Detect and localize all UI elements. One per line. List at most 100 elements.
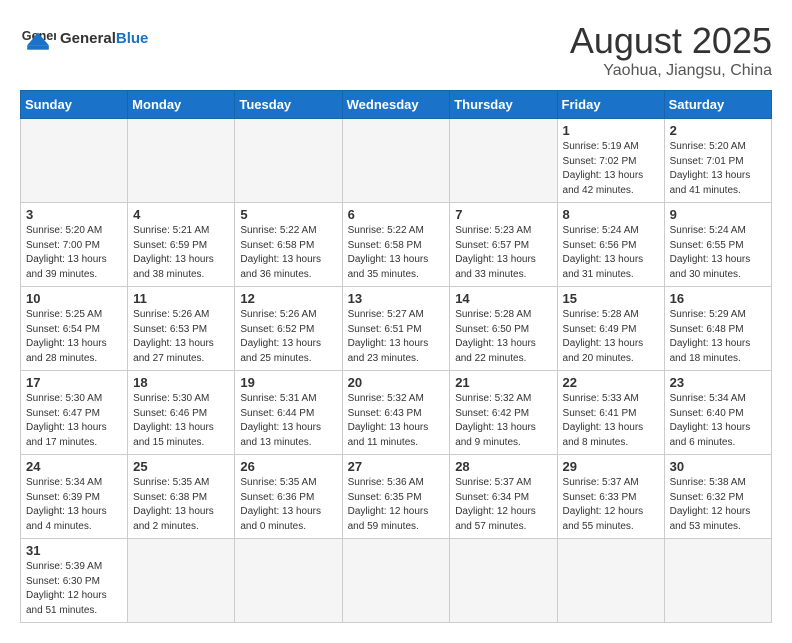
day-info: Sunrise: 5:26 AM Sunset: 6:52 PM Dayligh… [240,308,336,366]
day-info: Sunrise: 5:20 AM Sunset: 7:00 PM Dayligh… [26,224,122,282]
calendar-cell: 9 Sunrise: 5:24 AM Sunset: 6:55 PM Daylig… [664,203,771,287]
day-info: Sunrise: 5:31 AM Sunset: 6:44 PM Dayligh… [240,392,336,450]
logo: General GeneralBlue [20,20,148,56]
day-info: Sunrise: 5:32 AM Sunset: 6:43 PM Dayligh… [348,392,445,450]
day-number: 1 [563,123,659,138]
day-info: Sunrise: 5:37 AM Sunset: 6:34 PM Dayligh… [455,476,551,534]
weekday-header: Sunday [21,91,128,119]
day-number: 12 [240,291,336,306]
day-number: 4 [133,207,229,222]
calendar-cell [450,119,557,203]
day-info: Sunrise: 5:30 AM Sunset: 6:46 PM Dayligh… [133,392,229,450]
day-info: Sunrise: 5:34 AM Sunset: 6:40 PM Dayligh… [670,392,766,450]
day-number: 22 [563,375,659,390]
day-info: Sunrise: 5:27 AM Sunset: 6:51 PM Dayligh… [348,308,445,366]
calendar-cell: 24 Sunrise: 5:34 AM Sunset: 6:39 PM Dayli… [21,455,128,539]
calendar-cell: 2 Sunrise: 5:20 AM Sunset: 7:01 PM Daylig… [664,119,771,203]
day-number: 5 [240,207,336,222]
day-info: Sunrise: 5:33 AM Sunset: 6:41 PM Dayligh… [563,392,659,450]
day-info: Sunrise: 5:22 AM Sunset: 6:58 PM Dayligh… [240,224,336,282]
day-number: 20 [348,375,445,390]
weekday-header: Monday [128,91,235,119]
day-number: 27 [348,459,445,474]
calendar-cell: 15 Sunrise: 5:28 AM Sunset: 6:49 PM Dayli… [557,287,664,371]
calendar-cell: 14Sunrise: 5:28 AM Sunset: 6:50 PM Dayli… [450,287,557,371]
day-info: Sunrise: 5:38 AM Sunset: 6:32 PM Dayligh… [670,476,766,534]
day-number: 9 [670,207,766,222]
calendar-cell: 22 Sunrise: 5:33 AM Sunset: 6:41 PM Dayli… [557,371,664,455]
calendar-cell: 11Sunrise: 5:26 AM Sunset: 6:53 PM Dayli… [128,287,235,371]
month-year: August 2025 [570,20,772,62]
calendar-cell: 19 Sunrise: 5:31 AM Sunset: 6:44 PM Dayli… [235,371,342,455]
calendar-cell: 13 Sunrise: 5:27 AM Sunset: 6:51 PM Dayli… [342,287,450,371]
day-info: Sunrise: 5:20 AM Sunset: 7:01 PM Dayligh… [670,140,766,198]
calendar-cell [235,119,342,203]
day-number: 19 [240,375,336,390]
calendar-cell: 20 Sunrise: 5:32 AM Sunset: 6:43 PM Dayli… [342,371,450,455]
day-info: Sunrise: 5:23 AM Sunset: 6:57 PM Dayligh… [455,224,551,282]
day-info: Sunrise: 5:39 AM Sunset: 6:30 PM Dayligh… [26,560,122,618]
weekday-header: Thursday [450,91,557,119]
calendar-cell [128,539,235,623]
day-number: 13 [348,291,445,306]
day-info: Sunrise: 5:28 AM Sunset: 6:49 PM Dayligh… [563,308,659,366]
calendar-cell: 28 Sunrise: 5:37 AM Sunset: 6:34 PM Dayli… [450,455,557,539]
day-info: Sunrise: 5:32 AM Sunset: 6:42 PM Dayligh… [455,392,551,450]
day-number: 14 [455,291,551,306]
weekday-header: Friday [557,91,664,119]
day-info: Sunrise: 5:36 AM Sunset: 6:35 PM Dayligh… [348,476,445,534]
calendar-cell: 5 Sunrise: 5:22 AM Sunset: 6:58 PM Daylig… [235,203,342,287]
day-number: 24 [26,459,122,474]
calendar-cell: 3Sunrise: 5:20 AM Sunset: 7:00 PM Daylig… [21,203,128,287]
day-number: 21 [455,375,551,390]
day-number: 10 [26,291,122,306]
weekday-header: Saturday [664,91,771,119]
day-info: Sunrise: 5:35 AM Sunset: 6:38 PM Dayligh… [133,476,229,534]
weekday-header-row: SundayMondayTuesdayWednesdayThursdayFrid… [21,91,772,119]
title-block: August 2025 Yaohua, Jiangsu, China [570,20,772,80]
calendar-week-row: 10 Sunrise: 5:25 AM Sunset: 6:54 PM Dayli… [21,287,772,371]
calendar-cell: 16Sunrise: 5:29 AM Sunset: 6:48 PM Dayli… [664,287,771,371]
day-info: Sunrise: 5:25 AM Sunset: 6:54 PM Dayligh… [26,308,122,366]
calendar-cell: 6Sunrise: 5:22 AM Sunset: 6:58 PM Daylig… [342,203,450,287]
day-number: 2 [670,123,766,138]
day-number: 25 [133,459,229,474]
weekday-header: Wednesday [342,91,450,119]
calendar-cell: 21 Sunrise: 5:32 AM Sunset: 6:42 PM Dayli… [450,371,557,455]
day-info: Sunrise: 5:24 AM Sunset: 6:56 PM Dayligh… [563,224,659,282]
calendar-week-row: 31 Sunrise: 5:39 AM Sunset: 6:30 PM Dayli… [21,539,772,623]
calendar-cell [450,539,557,623]
calendar-cell: 26 Sunrise: 5:35 AM Sunset: 6:36 PM Dayli… [235,455,342,539]
day-info: Sunrise: 5:22 AM Sunset: 6:58 PM Dayligh… [348,224,445,282]
calendar-cell: 1 Sunrise: 5:19 AM Sunset: 7:02 PM Daylig… [557,119,664,203]
day-info: Sunrise: 5:30 AM Sunset: 6:47 PM Dayligh… [26,392,122,450]
day-number: 29 [563,459,659,474]
calendar-cell: 29Sunrise: 5:37 AM Sunset: 6:33 PM Dayli… [557,455,664,539]
day-info: Sunrise: 5:19 AM Sunset: 7:02 PM Dayligh… [563,140,659,198]
day-number: 31 [26,543,122,558]
calendar-cell [21,119,128,203]
day-number: 7 [455,207,551,222]
day-info: Sunrise: 5:34 AM Sunset: 6:39 PM Dayligh… [26,476,122,534]
day-info: Sunrise: 5:24 AM Sunset: 6:55 PM Dayligh… [670,224,766,282]
calendar-cell: 27 Sunrise: 5:36 AM Sunset: 6:35 PM Dayli… [342,455,450,539]
day-number: 26 [240,459,336,474]
day-number: 28 [455,459,551,474]
calendar-week-row: 24 Sunrise: 5:34 AM Sunset: 6:39 PM Dayli… [21,455,772,539]
calendar-week-row: 1 Sunrise: 5:19 AM Sunset: 7:02 PM Daylig… [21,119,772,203]
calendar-cell: 23Sunrise: 5:34 AM Sunset: 6:40 PM Dayli… [664,371,771,455]
calendar-week-row: 17Sunrise: 5:30 AM Sunset: 6:47 PM Dayli… [21,371,772,455]
day-number: 15 [563,291,659,306]
calendar-cell [342,539,450,623]
calendar-cell: 31 Sunrise: 5:39 AM Sunset: 6:30 PM Dayli… [21,539,128,623]
day-number: 8 [563,207,659,222]
calendar-cell: 17Sunrise: 5:30 AM Sunset: 6:47 PM Dayli… [21,371,128,455]
calendar-cell: 8 Sunrise: 5:24 AM Sunset: 6:56 PM Daylig… [557,203,664,287]
day-info: Sunrise: 5:35 AM Sunset: 6:36 PM Dayligh… [240,476,336,534]
calendar-cell: 12 Sunrise: 5:26 AM Sunset: 6:52 PM Dayli… [235,287,342,371]
location: Yaohua, Jiangsu, China [570,62,772,80]
calendar-cell: 30 Sunrise: 5:38 AM Sunset: 6:32 PM Dayli… [664,455,771,539]
day-number: 30 [670,459,766,474]
calendar-cell [557,539,664,623]
page-header: General GeneralBlue August 2025 Yaohua, … [20,20,772,80]
